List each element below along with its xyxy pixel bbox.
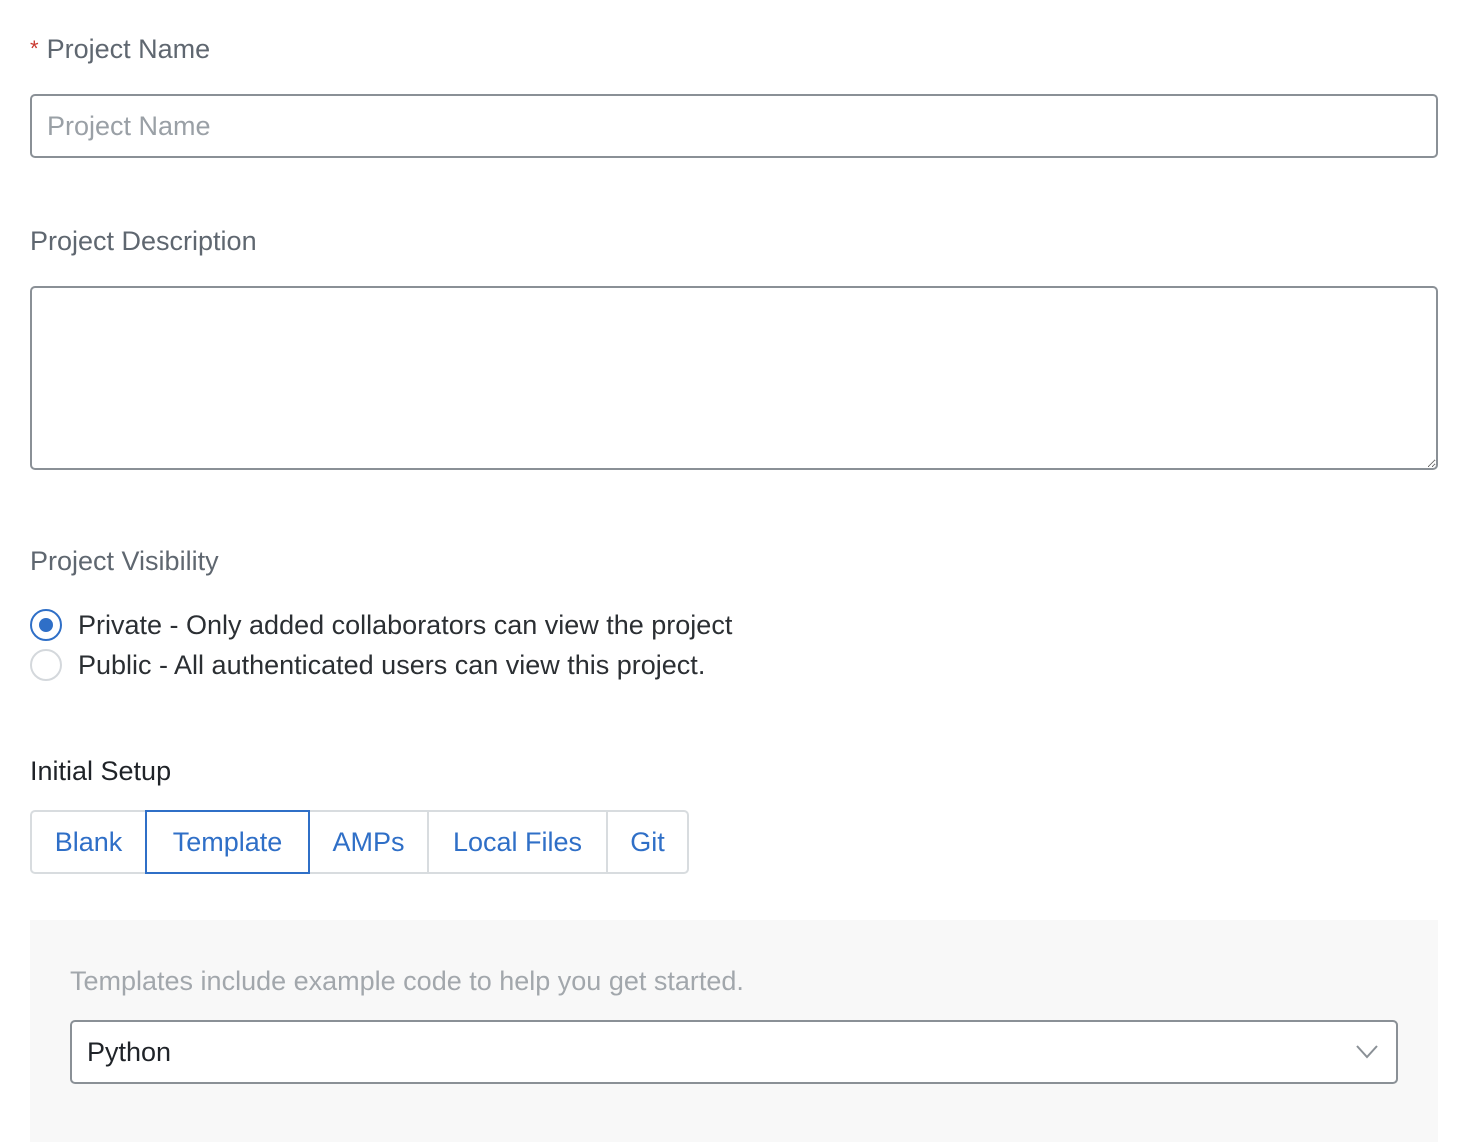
visibility-option-public[interactable]: Public - All authenticated users can vie… (30, 648, 705, 682)
initial-setup-label: Initial Setup (30, 756, 172, 786)
project-name-label-text: Project Name (46, 34, 211, 64)
new-project-form: * Project Name Project Description Projec… (0, 0, 1468, 1142)
tab-template[interactable]: Template (145, 810, 310, 874)
tab-git[interactable]: Git (606, 810, 689, 874)
tab-local-files[interactable]: Local Files (427, 810, 608, 874)
template-select[interactable]: Python (70, 1020, 1398, 1084)
project-name-input[interactable] (30, 94, 1438, 158)
chevron-down-icon (1355, 1040, 1379, 1064)
template-hint: Templates include example code to help y… (70, 966, 744, 996)
radio-private[interactable] (30, 609, 62, 641)
required-marker: * (30, 36, 39, 61)
project-visibility-label: Project Visibility (30, 546, 219, 576)
project-description-textarea[interactable] (30, 286, 1438, 470)
tab-blank[interactable]: Blank (30, 810, 147, 874)
visibility-private-label: Private - Only added collaborators can v… (78, 609, 733, 640)
project-description-label: Project Description (30, 226, 257, 256)
visibility-public-label: Public - All authenticated users can vie… (78, 649, 706, 680)
radio-public[interactable] (30, 649, 62, 681)
visibility-option-private[interactable]: Private - Only added collaborators can v… (30, 608, 732, 642)
template-select-value: Python (87, 1036, 172, 1067)
initial-setup-tabs: Blank Template AMPs Local Files Git (30, 810, 689, 874)
template-panel: Templates include example code to help y… (30, 920, 1438, 1142)
tab-amps[interactable]: AMPs (308, 810, 429, 874)
project-name-label: * Project Name (30, 36, 210, 63)
